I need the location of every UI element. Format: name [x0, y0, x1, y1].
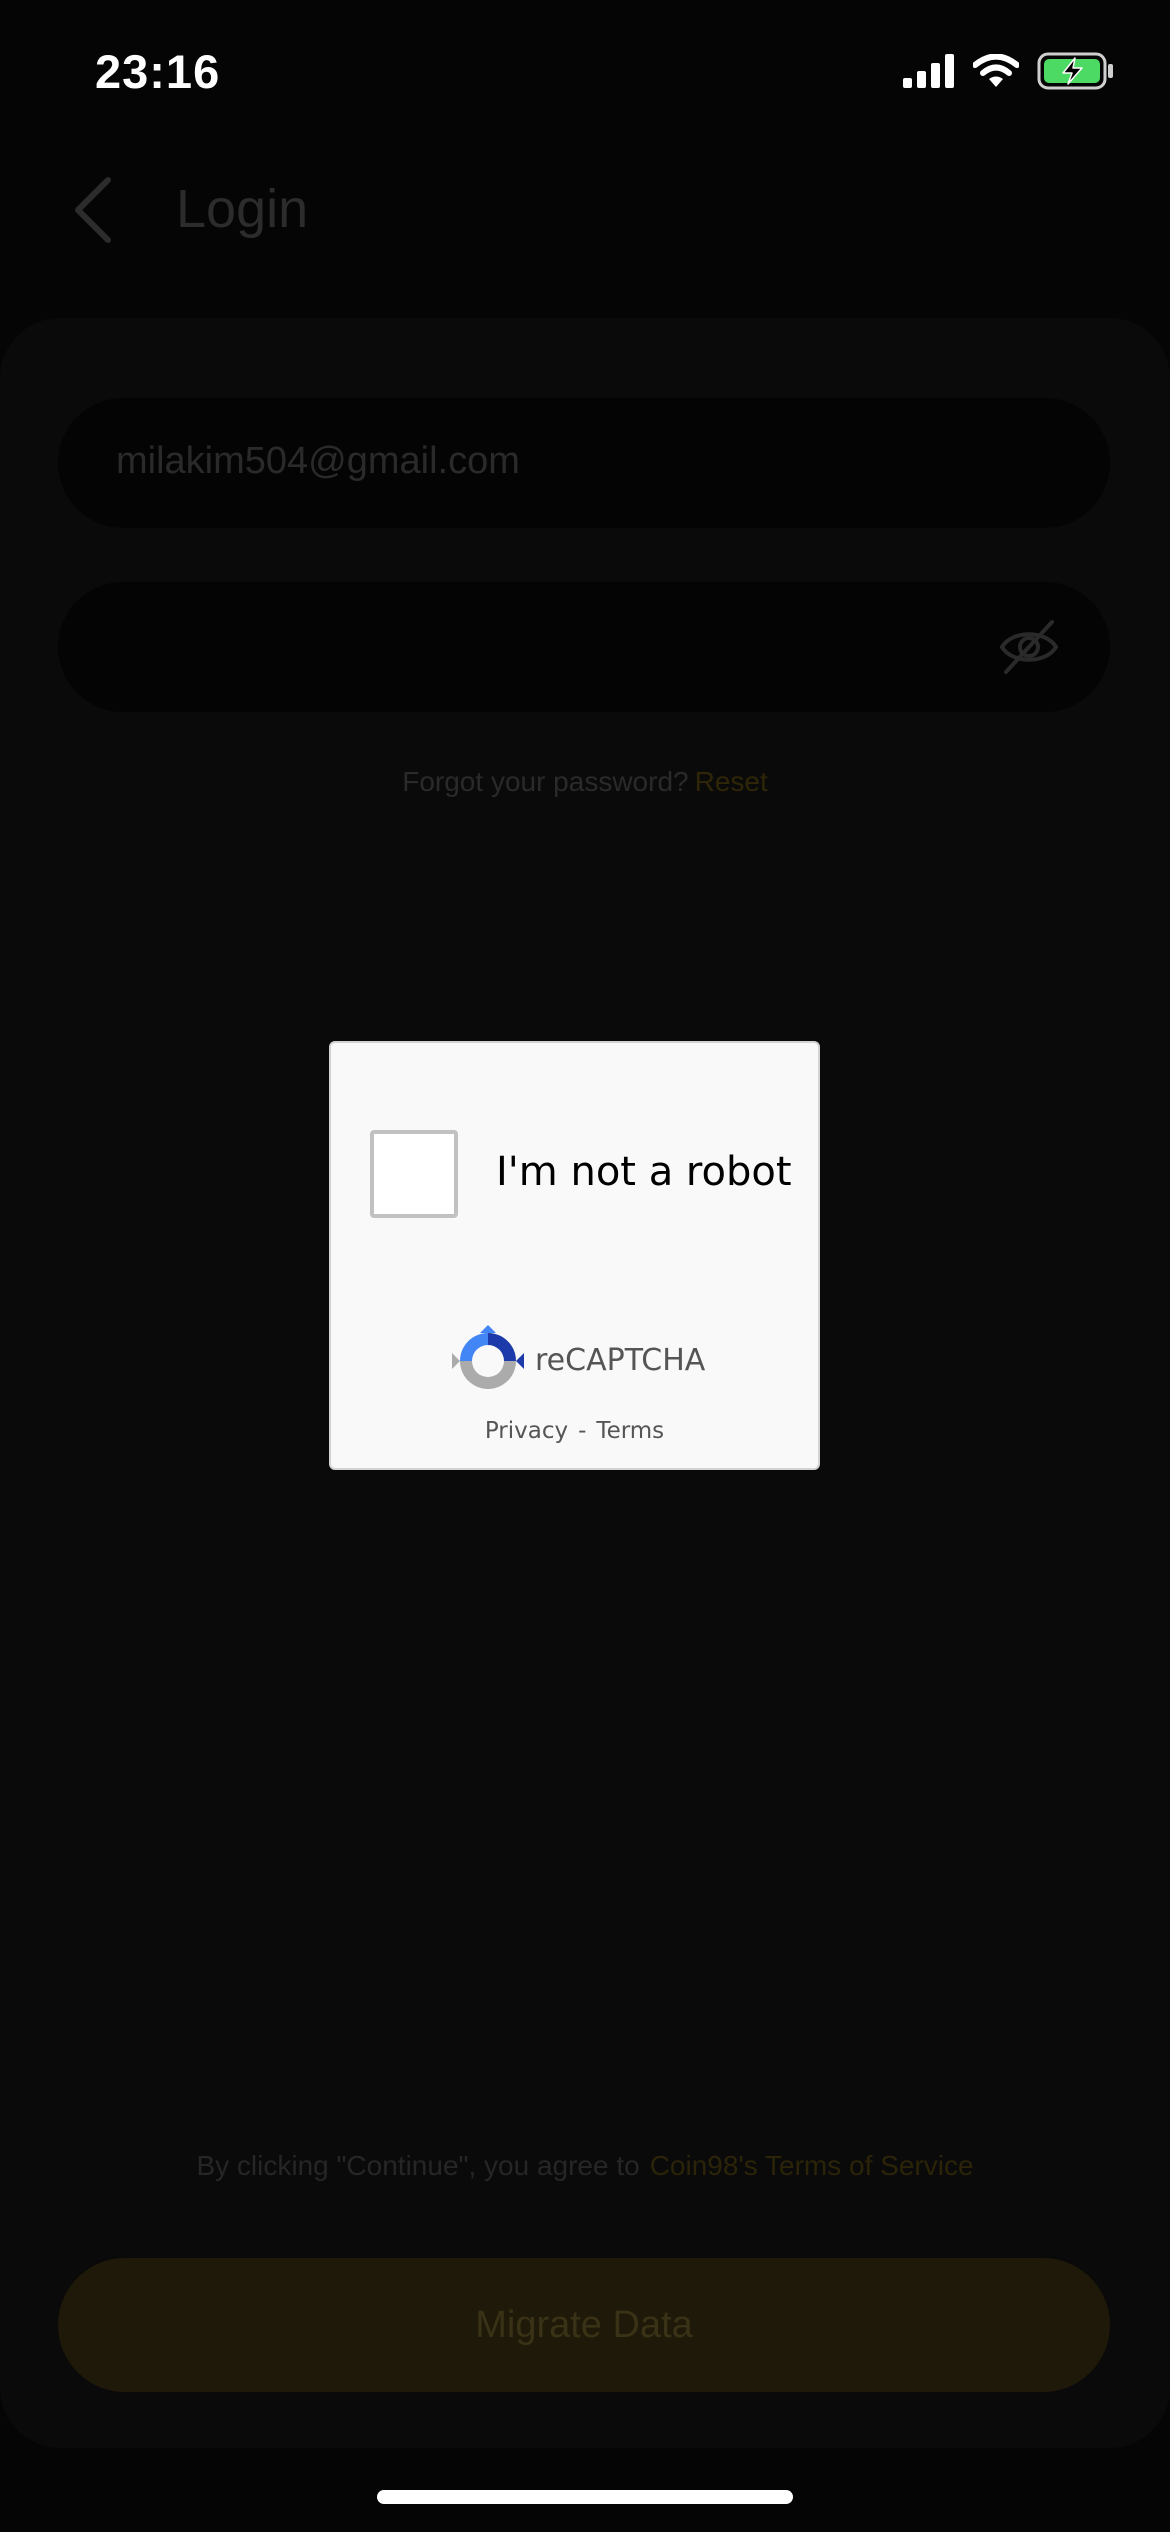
- recaptcha-link-separator: -: [578, 1418, 587, 1444]
- password-field[interactable]: [58, 582, 1110, 712]
- status-bar: 23:16: [0, 0, 1170, 140]
- recaptcha-label: I'm not a robot: [496, 1149, 792, 1195]
- forgot-password-row: Forgot your password? Reset: [0, 766, 1170, 798]
- reset-link[interactable]: Reset: [695, 766, 768, 797]
- page-title: Login: [176, 179, 309, 239]
- chevron-left-icon: [75, 177, 111, 243]
- status-time: 23:16: [95, 45, 221, 98]
- terms-row: By clicking "Continue", you agree to Coin…: [0, 2150, 1170, 2182]
- terms-of-service-link[interactable]: Coin98's Terms of Service: [650, 2150, 974, 2181]
- eye-slash-icon: [999, 620, 1059, 674]
- recaptcha-links: Privacy - Terms: [331, 1418, 818, 1444]
- email-field[interactable]: milakim504@gmail.com: [58, 398, 1110, 528]
- recaptcha-checkbox[interactable]: [370, 1130, 458, 1218]
- wifi-icon: [973, 54, 1019, 87]
- cellular-signal-icon: [903, 54, 954, 88]
- recaptcha-widget: I'm not a robot reCAPTCHA Privacy - Terms: [329, 1041, 820, 1470]
- password-visibility-toggle[interactable]: [996, 614, 1062, 680]
- forgot-password-text: Forgot your password?: [402, 766, 689, 797]
- recaptcha-logo-icon: [452, 1325, 524, 1397]
- terms-prefix: By clicking "Continue", you agree to: [196, 2150, 640, 2181]
- email-value: milakim504@gmail.com: [116, 440, 520, 482]
- status-icons: [903, 52, 1115, 90]
- recaptcha-brand: reCAPTCHA: [535, 1343, 706, 1378]
- back-button[interactable]: [62, 172, 132, 248]
- battery-charging-icon: [1037, 52, 1113, 90]
- recaptcha-privacy-link[interactable]: Privacy: [485, 1418, 568, 1444]
- home-indicator: [377, 2490, 793, 2504]
- app-screen: Login milakim504@gmail.com Forgot your p…: [0, 0, 1170, 2532]
- recaptcha-terms-link[interactable]: Terms: [596, 1418, 664, 1444]
- header: Login: [0, 160, 1170, 260]
- migrate-data-button[interactable]: Migrate Data: [58, 2258, 1110, 2392]
